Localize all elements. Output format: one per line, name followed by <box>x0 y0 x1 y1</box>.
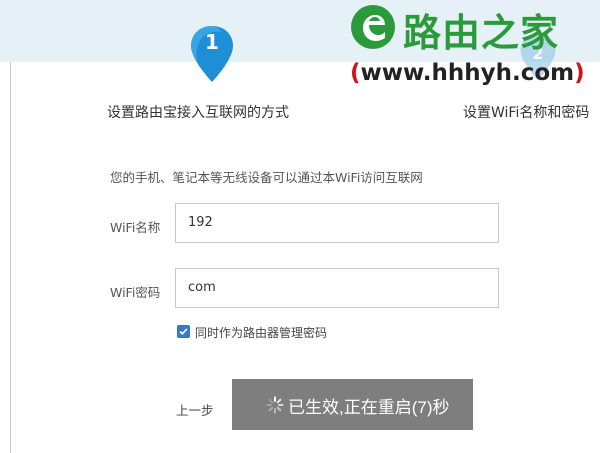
logo-url-text: www.hhhyh.com <box>360 60 575 86</box>
admin-password-checkbox-label: 同时作为路由器管理密码 <box>195 326 328 340</box>
loading-spinner-icon <box>266 396 284 414</box>
step-1-label: 设置路由宝接入互联网的方式 <box>107 105 289 121</box>
logo-name: 路由之家 <box>403 11 560 55</box>
logo-open-paren: ( <box>350 60 361 86</box>
logo-close-paren: ) <box>574 60 585 86</box>
step-2-label: 设置WiFi名称和密码 <box>463 105 590 121</box>
restart-status-button[interactable]: 已生效,正在重启(7)秒 <box>232 379 473 430</box>
wifi-name-input[interactable]: 192 <box>175 203 499 243</box>
wifi-description: 您的手机、笔记本等无线设备可以通过本WiFi访问互联网 <box>110 170 423 185</box>
step-1-number: 1 <box>205 30 219 54</box>
logo-url: (www.hhhyh.com) <box>350 60 585 86</box>
restart-status-label: 已生效,正在重启(7)秒 <box>288 398 450 417</box>
previous-step-link[interactable]: 上一步 <box>176 400 214 419</box>
frame-border <box>10 62 11 453</box>
wifi-password-label: WiFi密码 <box>110 285 161 300</box>
wifi-name-label: WiFi名称 <box>110 220 161 235</box>
logo-e-icon <box>350 4 396 50</box>
wifi-password-input[interactable]: com <box>175 268 499 308</box>
admin-password-checkbox[interactable] <box>177 325 190 338</box>
